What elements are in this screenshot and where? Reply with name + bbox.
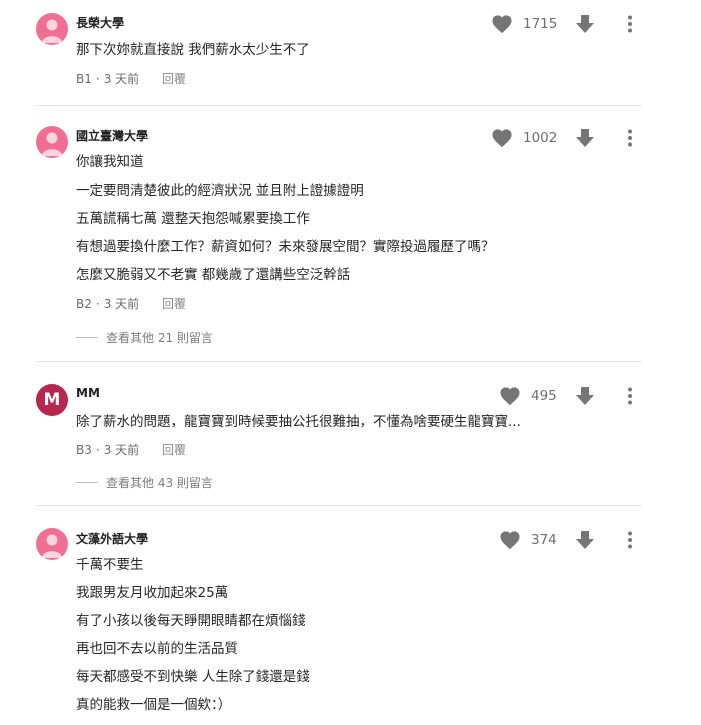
dislike-button[interactable] [574,529,596,555]
dislike-button[interactable] [574,385,596,411]
like-count: 495 [531,388,557,404]
more-options-button[interactable] [626,14,634,38]
comment-text-line: 一定要問清楚彼此的經濟狀況 並且附上證據證明 [76,183,364,199]
heart-icon [492,15,512,34]
pink-person-icon [42,132,62,156]
like-button[interactable]: 495 [499,386,557,406]
comment-text-line: 那下次妳就直接說 我們薪水太少生不了 [76,42,310,58]
like-button[interactable]: 374 [499,530,557,550]
comment-text-line: 每天都感受不到快樂 人生除了錢還是錢 [76,669,310,685]
avatar[interactable] [36,528,68,560]
comment-feed: 長榮大學 那下次妳就直接說 我們薪水太少生不了 B1 · 3 天前 回覆 1715 … [0,0,701,725]
comment-text-line: 我跟男友月收加起來25萬 [76,585,229,601]
pink-person-icon [42,19,62,43]
comment-text-line: 有了小孩以後每天睜開眼睛都在煩惱錢 [76,613,306,629]
comment-text-line: 你讓我知道 [76,154,144,170]
avatar[interactable] [36,126,68,158]
more-options-button[interactable] [626,386,634,410]
reply-button[interactable]: 回覆 [162,70,186,87]
like-button[interactable]: 1002 [491,128,557,148]
more-vertical-icon [628,387,632,405]
reply-button[interactable]: 回覆 [162,295,186,312]
avatar[interactable]: M [36,384,68,416]
comment-b2: 國立臺灣大學 你讓我知道 一定要問清楚彼此的經濟狀況 並且附上證據證明 五萬謊稱… [0,110,701,362]
comment-author[interactable]: 國立臺灣大學 [76,127,148,144]
reply-button[interactable]: 回覆 [162,441,186,458]
like-button[interactable]: 1715 [491,14,557,34]
like-count: 374 [531,532,557,548]
avatar[interactable] [36,13,68,45]
avatar-letter: M [43,390,61,410]
divider [76,482,98,483]
divider [36,505,642,506]
more-options-button[interactable] [626,128,634,152]
comment-b1: 長榮大學 那下次妳就直接說 我們薪水太少生不了 B1 · 3 天前 回覆 1715 [0,0,701,110]
comment-author[interactable]: 長榮大學 [76,14,124,31]
timestamp: 3 天前 [103,297,140,311]
pink-person-icon [42,534,62,558]
comment-meta: B1 · 3 天前 [76,70,139,87]
floor-number: B1 [76,72,92,86]
comment-author[interactable]: 文藻外語大學 [76,530,148,547]
timestamp: 3 天前 [103,443,140,457]
comment-text-line: 五萬謊稱七萬 還整天抱怨喊累要換工作 [76,211,310,227]
heart-icon [492,129,512,148]
down-arrow-icon [576,15,594,33]
comment-meta: B2 · 3 天前 [76,295,139,312]
comment-text-line: 千萬不要生 [76,557,144,573]
comment-text-line: 再也回不去以前的生活品質 [76,641,238,657]
comment-b4: 文藻外語大學 千萬不要生 我跟男友月收加起來25萬 有了小孩以後每天睜開眼睛都在… [0,507,701,725]
timestamp: 3 天前 [103,72,140,86]
more-replies-label: 查看其他 43 則留言 [106,476,213,490]
comment-meta: B3 · 3 天前 [76,441,139,458]
like-count: 1002 [523,130,558,146]
comment-b3: M MM 除了薪水的問題，龍寶寶到時候要抽公托很難抽，不懂為啥要硬生龍寶寶...… [0,362,701,507]
comment-text-line: 除了薪水的問題，龍寶寶到時候要抽公托很難抽，不懂為啥要硬生龍寶寶... [76,414,521,430]
comment-text-line: 有想過要換什麼工作？薪資如何？未來發展空間？實際投過履歷了嗎？ [76,239,495,255]
down-arrow-icon [576,129,594,147]
comment-text-line: 怎麼又脆弱又不老實 都幾歲了還講些空泛幹話 [76,267,351,283]
view-more-replies[interactable]: 查看其他 43 則留言 [76,474,213,491]
more-vertical-icon [628,129,632,147]
dislike-button[interactable] [574,127,596,153]
down-arrow-icon [576,531,594,549]
view-more-replies[interactable]: 查看其他 21 則留言 [76,329,213,346]
down-arrow-icon [576,387,594,405]
divider [36,105,642,106]
more-vertical-icon [628,15,632,33]
heart-icon [500,387,520,406]
meta-separator: · [95,297,100,311]
more-options-button[interactable] [626,530,634,554]
floor-number: B2 [76,297,92,311]
comment-author[interactable]: MM [76,386,100,400]
more-replies-label: 查看其他 21 則留言 [106,331,213,345]
heart-icon [500,531,520,550]
meta-separator: · [95,443,100,457]
divider [76,337,98,338]
dislike-button[interactable] [574,13,596,39]
comment-text-line: 真的能救一個是一個欸：） [76,697,232,713]
like-count: 1715 [523,16,558,32]
floor-number: B3 [76,443,92,457]
more-vertical-icon [628,531,632,549]
meta-separator: · [95,72,100,86]
